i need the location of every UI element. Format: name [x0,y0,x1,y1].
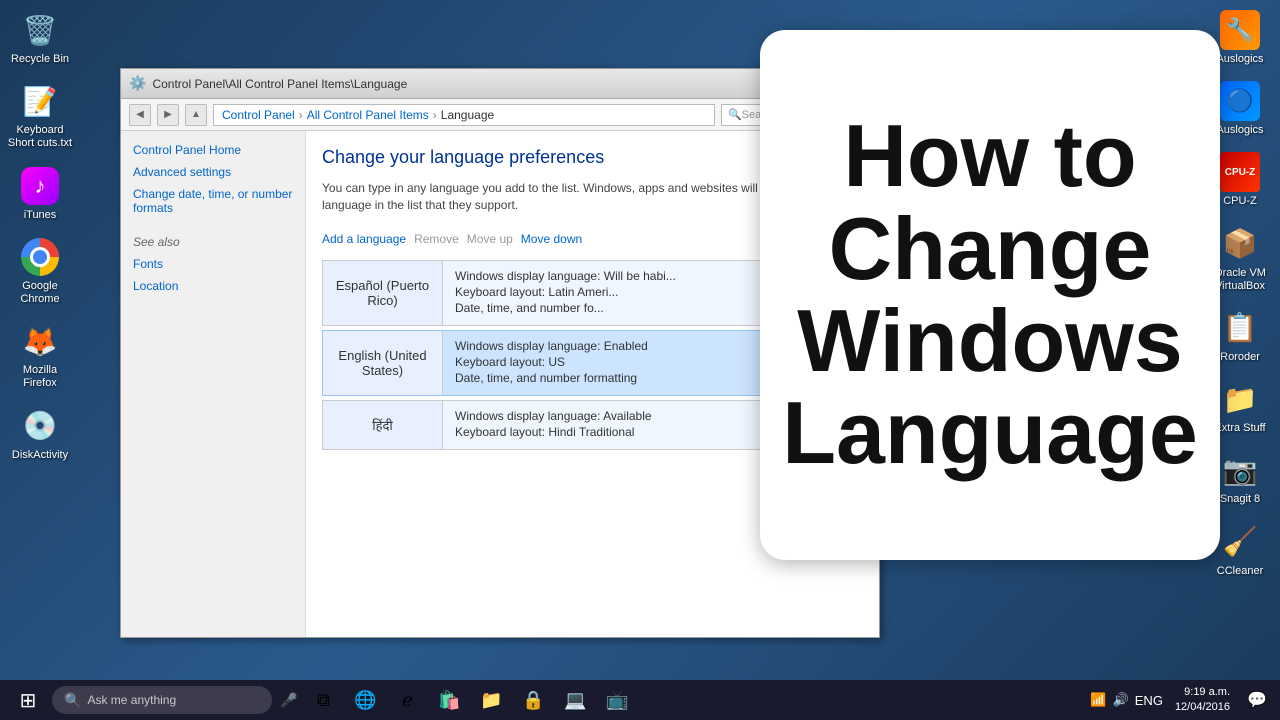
address-path[interactable]: Control Panel › All Control Panel Items … [213,104,715,126]
path-sep-2: › [433,108,437,122]
back-button[interactable]: ◀ [129,104,151,126]
auslogics2-image: 🔵 [1220,81,1260,121]
auslogics1-label: Auslogics [1216,53,1263,66]
extra-stuff-image: 📁 [1220,379,1260,419]
keyboard-shortcuts-image: 📝 [20,81,60,121]
lang-name-english: English (United States) [323,331,443,395]
snagit-label: Snagit 8 [1220,493,1260,506]
taskbar-clock[interactable]: 9:19 a.m. 12/04/2016 [1167,685,1238,716]
taskbar-app-edge[interactable]: ℯ [389,682,425,718]
system-icons: 📶 🔊 ENG [1090,692,1163,708]
taskbar-search-box[interactable]: 🔍 Ask me anything [52,686,272,714]
search-icon: 🔍 [728,108,742,121]
itunes-image: ♪ [20,166,60,206]
overlay-container: How to Change Windows Language [760,30,1220,560]
clock-date: 12/04/2016 [1175,700,1230,715]
oracle-vm-image: 📦 [1220,224,1260,264]
diskactivity-image: 💿 [20,406,60,446]
path-current: Language [441,108,494,122]
keyboard-shortcuts-icon[interactable]: 📝 Keyboard Short cuts.txt [5,81,75,150]
mozilla-firefox-icon[interactable]: 🦊 Mozilla Firefox [5,321,75,390]
google-chrome-icon[interactable]: Google Chrome [5,237,75,306]
taskbar-app-task-view[interactable]: ⧉ [305,682,341,718]
add-language-button[interactable]: Add a language [322,230,406,248]
window-title-icon: ⚙️ [129,75,146,92]
cpuz-image: CPU-Z [1220,152,1260,192]
recycle-bin-label: Recycle Bin [11,53,69,66]
path-all-items[interactable]: All Control Panel Items [307,108,429,122]
sidebar: Control Panel Home Advanced settings Cha… [121,131,306,637]
keyboard-shortcuts-label: Keyboard Short cuts.txt [5,124,75,150]
recycle-bin-image: 🗑️ [20,10,60,50]
volume-icon: 🔊 [1113,692,1129,708]
taskbar-app-explorer[interactable]: 📁 [473,682,509,718]
lang-name-espanol: Español (Puerto Rico) [323,261,443,325]
window-title-text: Control Panel\All Control Panel Items\La… [152,77,789,91]
cpuz-label: CPU-Z [1223,195,1257,208]
taskbar-search-icon: 🔍 [64,692,81,709]
taskbar-mic-icon[interactable]: 🎤 [280,692,297,709]
notification-button[interactable]: 💬 [1242,682,1272,718]
desktop: 🗑️ Recycle Bin 📝 Keyboard Short cuts.txt… [0,0,1280,720]
snagit-image: 📷 [1220,450,1260,490]
taskbar-app-media[interactable]: 📺 [599,682,635,718]
taskbar-search-label: Ask me anything [87,693,176,707]
path-sep-1: › [299,108,303,122]
overlay-line3: Windows [780,295,1200,387]
diskactivity-icon[interactable]: 💿 DiskActivity [5,406,75,462]
sidebar-fonts-link[interactable]: Fonts [133,257,293,271]
taskbar-app-ie[interactable]: 🌐 [347,682,383,718]
path-control-panel[interactable]: Control Panel [222,108,295,122]
sidebar-advanced-link[interactable]: Advanced settings [133,165,293,179]
sidebar-location-link[interactable]: Location [133,279,293,293]
move-up-button[interactable]: Move up [467,230,513,248]
itunes-icon[interactable]: ♪ iTunes [5,166,75,222]
google-chrome-image [20,237,60,277]
desktop-icons-left: 🗑️ Recycle Bin 📝 Keyboard Short cuts.txt… [0,0,80,472]
sidebar-home-link[interactable]: Control Panel Home [133,143,293,157]
forward-button[interactable]: ▶ [157,104,179,126]
taskbar-app-store[interactable]: 🛍️ [431,682,467,718]
taskbar-system-tray: 📶 🔊 ENG [1090,692,1163,708]
taskbar-app-icons: ⧉ 🌐 ℯ 🛍️ 📁 🔒 💻 📺 [305,682,635,718]
ccleaner-label: CCleaner [1217,565,1263,578]
overlay-line1: How to [780,110,1200,202]
taskbar-app-remote[interactable]: 💻 [557,682,593,718]
lang-name-hindi: हिंदी [323,401,443,449]
sidebar-datetime-link[interactable]: Change date, time, or number formats [133,187,293,215]
start-button[interactable]: ⊞ [8,682,48,718]
overlay-line2: Change [780,203,1200,295]
recycle-bin-icon[interactable]: 🗑️ Recycle Bin [5,10,75,66]
sidebar-see-also: See also [133,235,293,249]
language-indicator: ENG [1135,693,1163,708]
diskactivity-label: DiskActivity [12,449,68,462]
auslogics2-label: Auslogics [1216,124,1263,137]
network-icon: 📶 [1090,692,1106,708]
up-button[interactable]: ▲ [185,104,207,126]
ccleaner-image: 🧹 [1220,522,1260,562]
roroder-label: Roroder [1220,351,1260,364]
auslogics1-image: 🔧 [1220,10,1260,50]
move-down-button[interactable]: Move down [521,230,582,248]
roroder-image: 📋 [1220,308,1260,348]
mozilla-firefox-image: 🦊 [20,321,60,361]
remove-button[interactable]: Remove [414,230,459,248]
itunes-label: iTunes [24,209,57,222]
extra-stuff-label: Extra Stuff [1214,422,1265,435]
taskbar: ⊞ 🔍 Ask me anything 🎤 ⧉ 🌐 ℯ 🛍️ 📁 🔒 💻 📺 📶… [0,680,1280,720]
clock-time: 9:19 a.m. [1175,685,1230,700]
google-chrome-label: Google Chrome [5,280,75,306]
mozilla-firefox-label: Mozilla Firefox [5,364,75,390]
taskbar-app-security[interactable]: 🔒 [515,682,551,718]
overlay-line4: Language [780,387,1200,479]
